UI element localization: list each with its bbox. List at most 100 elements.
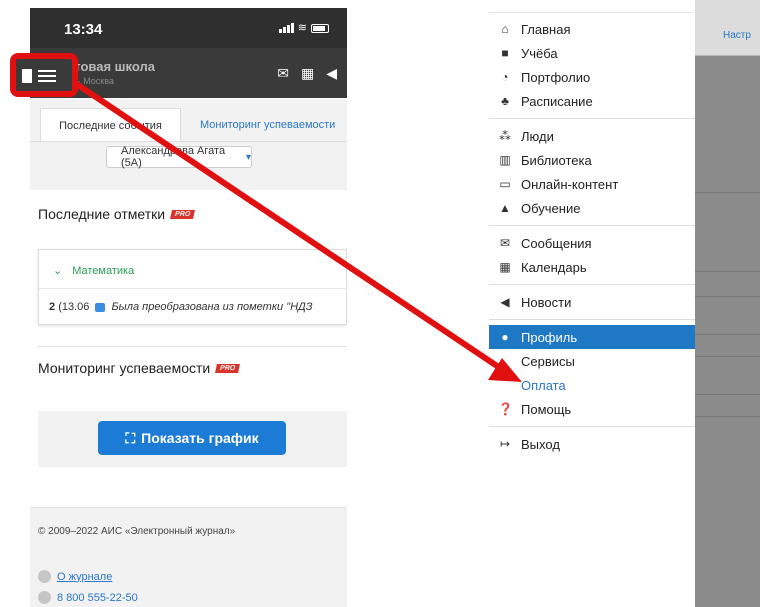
- tab-recent-events[interactable]: Последние события: [40, 108, 181, 142]
- chevron-down-icon: ▾: [245, 151, 251, 163]
- home-icon: ⌂: [501, 22, 509, 36]
- menu-item-services[interactable]: Сервисы: [489, 349, 695, 373]
- copyright: © 2009–2022 АИС «Электронный журнал»: [38, 526, 236, 537]
- mark-value: 2: [49, 301, 56, 313]
- status-icons: ≋: [278, 22, 329, 34]
- signal-icon: [278, 23, 294, 33]
- marks-card: ⌄ Математика 2 (13.06 Была преобразована…: [38, 249, 347, 325]
- mark-date: (13.06: [58, 301, 90, 313]
- battery-icon: [311, 23, 329, 33]
- menu-divider: [489, 118, 695, 119]
- menu-label: Учёба: [521, 45, 558, 61]
- phone-icon: [38, 591, 51, 604]
- overlay-line: [695, 192, 760, 193]
- pro-badge: PRO: [215, 363, 241, 373]
- show-chart-label: Показать график: [141, 430, 259, 446]
- menu-item-schedule[interactable]: ♣ Расписание: [489, 89, 695, 113]
- envelope-icon: ✉: [499, 236, 511, 250]
- megaphone-icon[interactable]: ◀: [326, 65, 337, 82]
- menu-label: Расписание: [521, 93, 593, 109]
- menu-label: Сервисы: [521, 353, 575, 369]
- screen-icon: ▭: [499, 177, 511, 191]
- menu-divider: [489, 426, 695, 427]
- menu-burger-button[interactable]: [10, 53, 78, 97]
- menu-label: Портфолио: [521, 69, 591, 85]
- overlay-line: [695, 394, 760, 395]
- menu-label: Главная: [521, 21, 571, 37]
- menu-item-news[interactable]: ◀ Новости: [489, 290, 695, 314]
- phone-number: 8 800 555-22-50: [57, 591, 138, 604]
- about-link[interactable]: О журнале: [38, 570, 112, 583]
- overlay-line: [695, 296, 760, 297]
- menu-divider: [489, 225, 695, 226]
- overlay-line: [695, 271, 760, 272]
- menu-item-learning[interactable]: ▲ Обучение: [489, 196, 695, 220]
- menu-item-profile[interactable]: ● Профиль: [489, 325, 695, 349]
- bell-icon: ♣: [501, 94, 509, 108]
- mail-icon[interactable]: ✉: [277, 65, 289, 82]
- menu-label: Люди: [521, 128, 554, 144]
- calendar-icon: ▦: [499, 260, 511, 274]
- menu-label: Онлайн-контент: [521, 176, 619, 192]
- about-link-label: О журнале: [57, 570, 113, 583]
- menu-label: Выход: [521, 436, 560, 452]
- subject-row[interactable]: ⌄ Математика: [53, 264, 135, 278]
- menu-label: Новости: [521, 294, 572, 310]
- dim-overlay[interactable]: [695, 0, 760, 607]
- book-icon: ■: [501, 46, 509, 60]
- menu-label: Обучение: [521, 200, 581, 216]
- phone-link[interactable]: 8 800 555-22-50: [38, 591, 138, 604]
- hamburger-icon: [38, 67, 56, 85]
- tab-monitoring[interactable]: Мониторинг успеваемости: [200, 119, 335, 131]
- user-icon: ●: [501, 330, 509, 344]
- overlay-header: [695, 0, 760, 56]
- menu-item-home[interactable]: ⌂ Главная: [489, 17, 695, 41]
- highlight-marker: [22, 69, 32, 83]
- mark-row: 2 (13.06 Была преобразована из пометки "…: [49, 301, 313, 313]
- section-divider: [38, 346, 347, 347]
- question-icon: ❓: [498, 402, 513, 416]
- subject-name: Математика: [72, 264, 135, 277]
- line-chart-icon: ⛶: [125, 429, 136, 446]
- wifi-icon: ≋: [297, 22, 307, 34]
- menu-label: Сообщения: [521, 235, 592, 251]
- menu-item-people[interactable]: ⁂ Люди: [489, 124, 695, 148]
- menu-label: Оплата: [521, 377, 566, 393]
- last-marks-label: Последние отметки: [38, 206, 166, 222]
- student-select[interactable]: Александрова Агата (5А) ▾: [106, 145, 252, 169]
- link-icon: [38, 570, 51, 583]
- menu-item-library[interactable]: ▥ Библиотека: [489, 148, 695, 172]
- comment-icon: [95, 302, 106, 312]
- calendar-icon[interactable]: ▦: [301, 65, 314, 82]
- menu-item-study[interactable]: ■ Учёба: [489, 41, 695, 65]
- tabs-divider: [30, 141, 347, 142]
- chart-area: ⛶ Показать график: [38, 411, 347, 467]
- overlay-line: [695, 416, 760, 417]
- menu-item-calendar[interactable]: ▦ Календарь: [489, 255, 695, 279]
- monitoring-label: Мониторинг успеваемости: [38, 360, 211, 376]
- chevron-down-icon: ⌄: [53, 265, 63, 277]
- menu-divider: [489, 284, 695, 285]
- menu-item-payment[interactable]: Оплата: [489, 373, 695, 397]
- header-icons: ✉ ▦ ◀: [277, 65, 337, 82]
- show-chart-button[interactable]: ⛶ Показать график: [98, 421, 286, 455]
- footer: © 2009–2022 АИС «Электронный журнал» О ж…: [30, 507, 347, 607]
- last-marks-title: Последние отметки PRO: [38, 206, 196, 222]
- status-bar: 13:34 ≋: [30, 8, 347, 48]
- menu-item-messages[interactable]: ✉ Сообщения: [489, 231, 695, 255]
- side-menu: ⌂ Главная ■ Учёба ◔ Портфолио ♣ Расписание ⁂…: [489, 17, 695, 456]
- megaphone-icon: ◀: [500, 295, 510, 309]
- left-phone-screen: 13:34 ≋ естовая школа жка · Москва ✉ ▦ ◀…: [30, 8, 347, 607]
- menu-label: Календарь: [521, 259, 587, 275]
- menu-item-logout[interactable]: ↦ Выход: [489, 432, 695, 456]
- overlay-line: [695, 334, 760, 335]
- student-name: Александрова Агата (5А): [121, 145, 226, 169]
- overlay-line: [695, 356, 760, 357]
- mark-comment: Была преобразована из пометки "НДЗ: [111, 301, 313, 313]
- menu-item-portfolio[interactable]: ◔ Портфолио: [489, 65, 695, 89]
- menu-item-online-content[interactable]: ▭ Онлайн-контент: [489, 172, 695, 196]
- graduation-cap-icon: ▲: [499, 201, 511, 215]
- top-divider: [489, 12, 694, 13]
- menu-item-help[interactable]: ❓ Помощь: [489, 397, 695, 421]
- right-phone-screen: Настр ⌂ Главная ■ Учёба ◔ Портфолио ♣ Распис…: [469, 0, 760, 607]
